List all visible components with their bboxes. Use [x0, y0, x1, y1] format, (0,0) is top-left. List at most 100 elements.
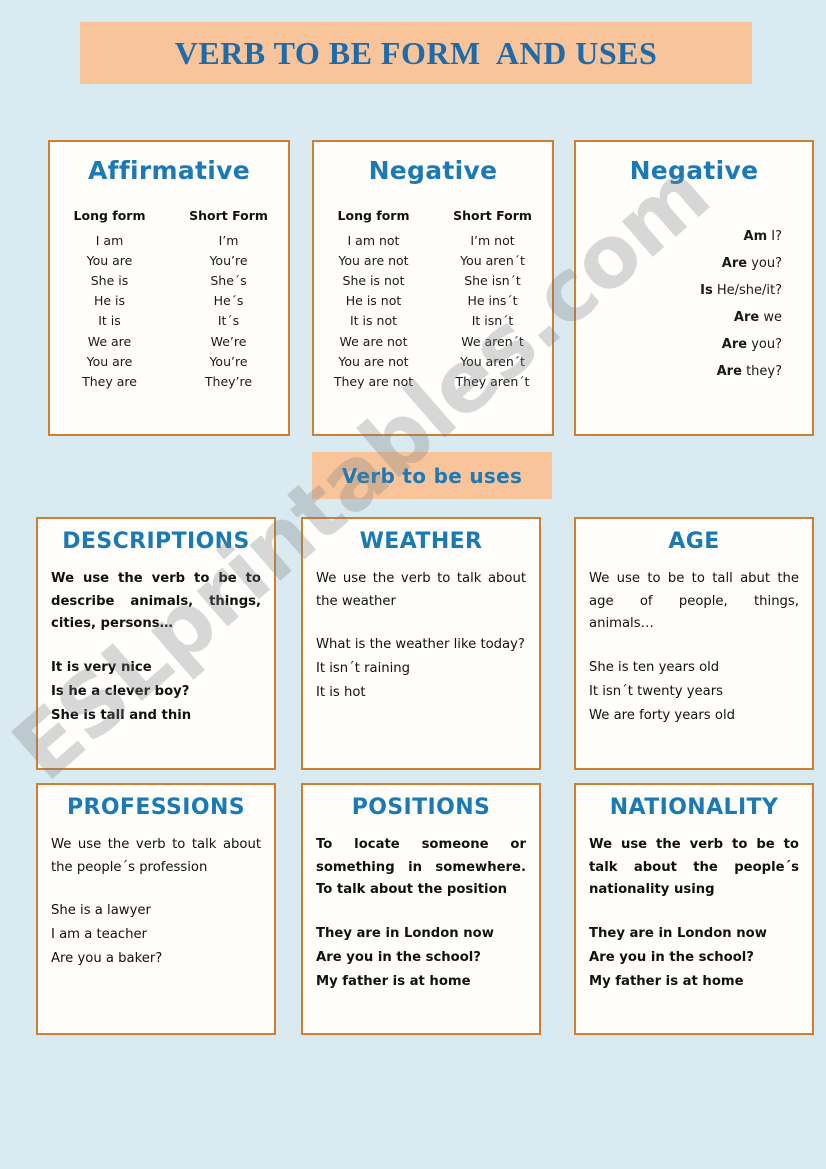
short-form-cell: She isn´t — [464, 272, 521, 288]
use-card-title: AGE — [668, 529, 720, 554]
use-card-weather: WEATHER We use the verb to talk about th… — [301, 517, 541, 770]
question-rest: I? — [771, 229, 782, 244]
short-form-cell: We’re — [210, 333, 247, 349]
use-card-body: We use the verb to be to talk about the … — [589, 837, 799, 898]
question-aux: Are — [721, 337, 748, 352]
example-line: They are in London now — [589, 926, 767, 942]
use-card-body: To locate someone or something in somewh… — [316, 837, 526, 898]
example-line: She is tall and thin — [51, 708, 192, 724]
question-rest: they? — [746, 364, 782, 379]
use-card-age: AGE We use to be to tall abut the age of… — [574, 517, 814, 770]
long-form-cell: You are — [86, 252, 133, 268]
table-row: He is He´s — [50, 291, 288, 311]
table-row: She is not She isn´t — [314, 270, 552, 290]
long-form-cell: It is not — [350, 313, 397, 329]
table-row: They are They’re — [50, 371, 288, 391]
long-form-cell: You are not — [338, 252, 409, 268]
table-row: You are not You aren´t — [314, 250, 552, 270]
long-form-cell: They are not — [333, 373, 414, 389]
long-form-cell: We are — [87, 333, 132, 349]
column-header-long-form: Long form — [73, 208, 146, 223]
question-aux: Are — [721, 256, 748, 271]
use-card-body: We use the verb to talk about the weathe… — [316, 571, 526, 609]
table-row: We are We’re — [50, 331, 288, 351]
use-card-body: We use to be to tall abut the age of peo… — [589, 571, 799, 632]
list-item: Am I? — [576, 229, 782, 244]
table-header-row: Long form Short Form — [314, 207, 552, 230]
affirmative-heading: Affirmative — [88, 156, 250, 185]
table-row: We are not We aren´t — [314, 331, 552, 351]
table-row: I am I’m — [50, 230, 288, 250]
example-line: I am a teacher — [51, 927, 147, 943]
long-form-cell: We are not — [339, 333, 408, 349]
short-form-cell: You aren´t — [460, 353, 525, 369]
short-form-cell: It isn´t — [471, 313, 514, 329]
use-card-examples: She is a lawyer I am a teacher Are you a… — [51, 899, 261, 971]
short-form-cell: You’re — [209, 252, 248, 268]
long-form-cell: He is — [93, 293, 126, 309]
long-form-cell: You are not — [338, 353, 409, 369]
example-line: Are you a baker? — [51, 951, 163, 967]
question-list: Am I? Are you? Is He/she/it? Are we Are … — [576, 229, 812, 379]
short-form-cell: He ins´t — [467, 293, 518, 309]
example-line: It isn´t raining — [316, 661, 411, 677]
uses-banner: Verb to be uses — [312, 452, 552, 499]
example-line: What is the weather like today? — [316, 637, 525, 653]
short-form-cell: I’m not — [470, 232, 515, 248]
table-row: They are not They aren´t — [314, 371, 552, 391]
short-form-cell: They aren´t — [455, 373, 530, 389]
negative-heading: Negative — [368, 156, 498, 185]
table-row: You are You’re — [50, 250, 288, 270]
use-card-examples: It is very nice Is he a clever boy? She … — [51, 656, 261, 728]
short-form-cell: He´s — [213, 293, 244, 309]
use-card-descriptions: DESCRIPTIONS We use the verb to be to de… — [36, 517, 276, 770]
question-aux: Are — [733, 310, 760, 325]
example-line: It is hot — [316, 685, 366, 701]
negative-table: Long form Short Form I am not I’m not You… — [314, 207, 552, 392]
long-form-cell: They are — [82, 373, 137, 389]
example-line: Are you in the school? — [589, 950, 754, 966]
affirmative-table: Long form Short Form I am I’m You are You’… — [50, 207, 288, 392]
example-line: We are forty years old — [589, 708, 735, 724]
list-item: Are you? — [576, 337, 782, 352]
list-item: Are we — [576, 310, 782, 325]
list-item: Are they? — [576, 364, 782, 379]
table-row: You are not You aren´t — [314, 351, 552, 371]
question-rest: we — [763, 310, 782, 325]
question-aux: Are — [716, 364, 742, 379]
interrogative-form-card: Negative Am I? Are you? Is He/she/it? Ar… — [574, 140, 814, 436]
use-card-body: We use the verb to be to describe animal… — [51, 571, 261, 632]
question-rest: you? — [751, 256, 782, 271]
short-form-cell: They’re — [204, 373, 253, 389]
question-rest: He/she/it? — [716, 283, 782, 298]
example-line: Are you in the school? — [316, 950, 481, 966]
table-row: He is not He ins´t — [314, 291, 552, 311]
use-card-examples: They are in London now Are you in the sc… — [316, 922, 526, 994]
table-header-row: Long form Short Form — [50, 207, 288, 230]
short-form-cell: We aren´t — [461, 333, 524, 349]
long-form-cell: He is not — [345, 293, 402, 309]
table-row: It is not It isn´t — [314, 311, 552, 331]
column-header-short-form: Short Form — [453, 208, 532, 223]
column-header-long-form: Long form — [337, 208, 410, 223]
use-card-body: We use the verb to talk about the people… — [51, 837, 261, 875]
use-card-nationality: NATIONALITY We use the verb to be to tal… — [574, 783, 814, 1035]
table-row: You are You’re — [50, 351, 288, 371]
question-aux: Is — [700, 283, 713, 298]
use-card-title: NATIONALITY — [609, 795, 779, 820]
page-title: VERB TO BE FORM AND USES — [174, 34, 658, 71]
table-row: I am not I’m not — [314, 230, 552, 250]
example-line: It isn´t twenty years — [589, 684, 723, 700]
interrogative-heading: Negative — [629, 156, 759, 185]
long-form-cell: She is not — [342, 272, 405, 288]
use-card-title: WEATHER — [359, 529, 483, 554]
example-line: It is very nice — [51, 660, 152, 676]
example-line: They are in London now — [316, 926, 494, 942]
use-card-examples: She is ten years old It isn´t twenty yea… — [589, 656, 799, 728]
use-card-title: PROFESSIONS — [66, 795, 246, 820]
list-item: Is He/she/it? — [576, 283, 782, 298]
use-card-professions: PROFESSIONS We use the verb to talk abou… — [36, 783, 276, 1035]
short-form-cell: It´s — [217, 313, 240, 329]
short-form-cell: You’re — [209, 353, 248, 369]
long-form-cell: I am not — [347, 232, 400, 248]
